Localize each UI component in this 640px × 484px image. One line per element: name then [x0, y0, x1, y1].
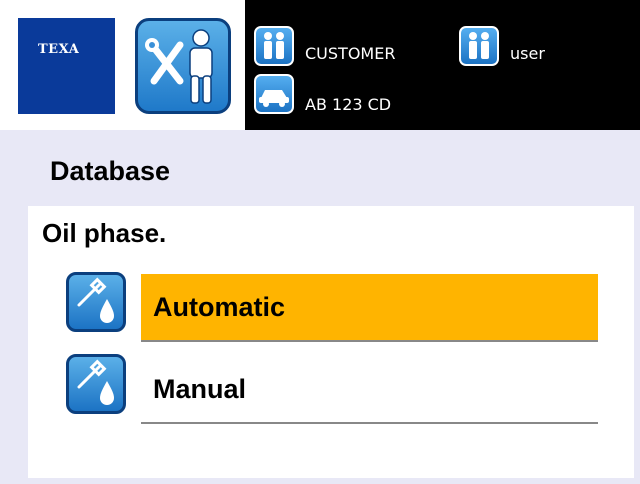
logo-panel: TEXA: [0, 0, 245, 130]
prompt-text: Oil phase.: [42, 218, 167, 248]
option-automatic-label: Automatic: [153, 292, 286, 322]
user-people-icon: [459, 26, 499, 66]
option-automatic[interactable]: Automatic: [141, 274, 598, 342]
customer-label: CUSTOMER: [305, 44, 396, 63]
option-manual-label: Manual: [153, 374, 247, 404]
user-label: user: [510, 44, 545, 63]
options-panel: Oil phase. Automatic Manual: [28, 206, 634, 478]
header-bar: TEXA CUSTOMER user AB 123 CD: [0, 0, 640, 130]
customer-people-icon: [254, 26, 294, 66]
mechanic-tools-icon[interactable]: [135, 18, 231, 114]
texa-logo: TEXA: [18, 18, 115, 114]
vehicle-plate: AB 123 CD: [305, 95, 392, 114]
brand-text: TEXA: [38, 42, 80, 57]
oil-dropper-icon[interactable]: [66, 354, 126, 414]
page-title: Database: [50, 156, 171, 186]
car-icon: [254, 74, 294, 114]
option-manual[interactable]: Manual: [141, 356, 598, 424]
page-title-bar: Database: [0, 138, 640, 200]
oil-dropper-icon[interactable]: [66, 272, 126, 332]
